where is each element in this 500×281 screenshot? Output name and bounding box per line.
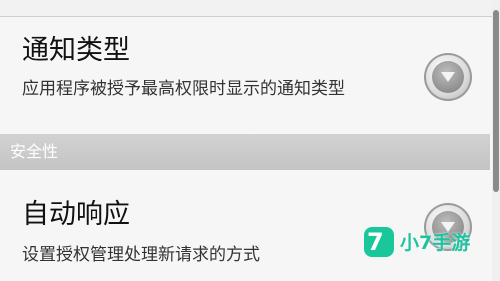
setting-notification-type[interactable]: 通知类型 应用程序被授予最高权限时显示的通知类型 [0,17,490,134]
watermark-logo: 7 小7手游 [364,227,490,259]
section-header-security: 安全性 [0,134,490,170]
scrollbar-thumb[interactable] [493,10,499,192]
setting-description: 应用程序被授予最高权限时显示的通知类型 [22,79,345,99]
dropdown-button[interactable] [424,53,472,101]
chevron-down-icon [432,61,464,93]
scrollbar[interactable] [492,0,500,281]
setting-title: 自动响应 [22,199,130,230]
watermark-badge-glyph: 7 [367,228,384,256]
section-label: 安全性 [10,142,59,161]
watermark-badge: 7 [364,227,394,257]
setting-auto-response[interactable]: 自动响应 设置授权管理处理新请求的方式 [0,170,490,281]
setting-description: 设置授权管理处理新请求的方式 [22,245,260,265]
setting-title: 通知类型 [22,35,130,66]
previous-row-bottom [0,0,500,17]
watermark-text: 小7手游 [400,232,471,254]
